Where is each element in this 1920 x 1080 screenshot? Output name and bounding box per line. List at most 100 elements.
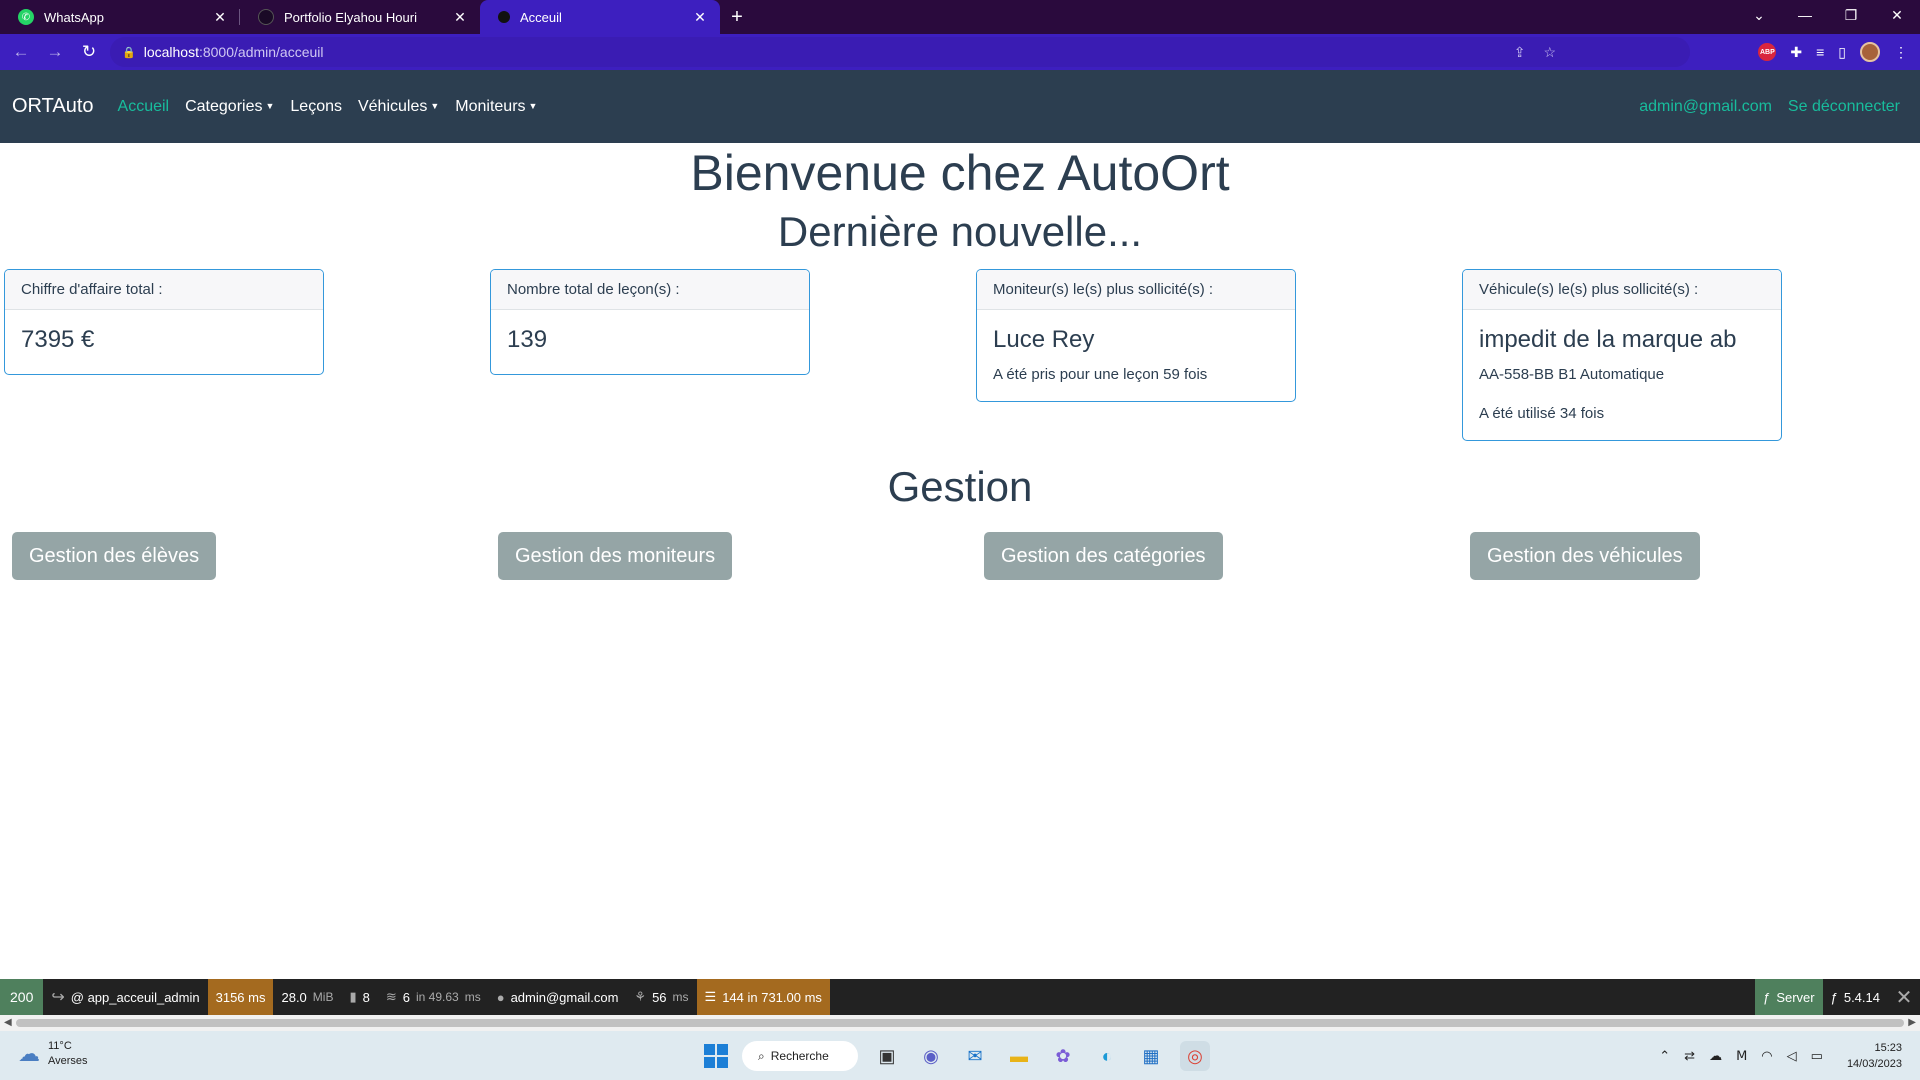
bookmark-star-icon[interactable]: ☆ bbox=[1543, 44, 1556, 61]
route-panel[interactable]: ↪ @ app_acceuil_admin bbox=[43, 979, 207, 1015]
forward-icon[interactable]: → bbox=[42, 42, 68, 62]
card-value: 139 bbox=[507, 326, 548, 353]
app-navbar: ORTAuto Accueil Categories ▼ Leçons Véhic… bbox=[0, 70, 1920, 143]
puzzle-icon[interactable]: ✚ bbox=[1790, 44, 1802, 61]
volume-icon[interactable]: ◁ bbox=[1787, 1048, 1797, 1064]
cache-panel[interactable]: ≋ 6 in 49.63 ms bbox=[378, 979, 489, 1015]
manage-students-button[interactable]: Gestion des élèves bbox=[12, 532, 217, 580]
edge-icon[interactable]: ◐ bbox=[1092, 1041, 1122, 1071]
browser-toolbar: ← → ↻ 🔒 localhost:8000/admin/acceuil ⇪ ☆… bbox=[0, 34, 1920, 70]
scrollbar-thumb[interactable] bbox=[16, 1019, 1904, 1027]
weather-condition: Averses bbox=[48, 1055, 88, 1067]
caret-down-icon: ▼ bbox=[528, 101, 538, 112]
reading-list-icon[interactable]: ≡ bbox=[1816, 44, 1824, 60]
caret-down-icon: ▼ bbox=[430, 101, 440, 112]
wifi-icon[interactable]: ◠ bbox=[1761, 1048, 1772, 1064]
clock-time: 15:23 bbox=[1874, 1041, 1902, 1054]
version-panel[interactable]: ƒ 5.4.14 bbox=[1823, 979, 1888, 1015]
tab-acceuil[interactable]: Acceuil ✕ bbox=[480, 0, 720, 34]
twig-panel[interactable]: ⚘ 56 ms bbox=[626, 979, 696, 1015]
lock-icon[interactable]: 🔒 bbox=[122, 46, 136, 59]
weather-widget[interactable]: ☁ 11°C Averses bbox=[18, 1039, 88, 1069]
file-explorer-icon[interactable]: ▬ bbox=[1004, 1041, 1034, 1071]
chrome-icon[interactable]: ◎ bbox=[1180, 1041, 1210, 1071]
menu-icon[interactable]: ⋮ bbox=[1894, 44, 1908, 61]
rain-cloud-icon: ☁ bbox=[18, 1041, 40, 1066]
card-value: Luce Rey bbox=[993, 326, 1095, 353]
sync-icon[interactable]: ⇄ bbox=[1684, 1048, 1695, 1064]
database-panel[interactable]: ☰ 144 in 731.00 ms bbox=[696, 979, 830, 1015]
manage-instructors-button[interactable]: Gestion des moniteurs bbox=[498, 532, 733, 580]
share-icon[interactable]: ⇪ bbox=[1514, 44, 1526, 61]
tab-search-icon[interactable]: ⌄ bbox=[1736, 0, 1782, 30]
symfony-debug-toolbar: 200 ↪ @ app_acceuil_admin 3156 ms 28.0 M… bbox=[0, 979, 1920, 1015]
close-window-icon[interactable]: ✕ bbox=[1874, 0, 1920, 30]
gestion-heading: Gestion bbox=[887, 463, 1033, 510]
mail-icon[interactable]: ✉ bbox=[960, 1041, 990, 1071]
manage-vehicles-button[interactable]: Gestion des véhicules bbox=[1470, 532, 1700, 580]
address-bar[interactable]: 🔒 localhost:8000/admin/acceuil bbox=[110, 37, 1690, 67]
card-top-instructor: Moniteur(s) le(s) plus sollicité(s) : Lu… bbox=[976, 269, 1296, 402]
twig-icon: ⚘ bbox=[634, 989, 647, 1004]
app-tray-icon[interactable]: Ⅿ bbox=[1736, 1048, 1747, 1064]
close-tab-icon[interactable]: ✕ bbox=[212, 9, 228, 26]
card-body: 7395 € bbox=[5, 310, 323, 374]
close-toolbar-icon[interactable]: ✕ bbox=[1888, 979, 1920, 1015]
teams-icon[interactable]: ◉ bbox=[916, 1041, 946, 1071]
scroll-left-icon[interactable]: ◀ bbox=[4, 1017, 12, 1028]
new-tab-button[interactable]: + bbox=[720, 0, 754, 34]
caret-down-icon: ▼ bbox=[265, 101, 275, 112]
taskbar-search[interactable]: ⌕ Recherche bbox=[742, 1041, 858, 1071]
onedrive-icon[interactable]: ☁ bbox=[1709, 1048, 1722, 1064]
tab-whatsapp[interactable]: ✆ WhatsApp ✕ bbox=[0, 0, 240, 34]
scroll-right-icon[interactable]: ▶ bbox=[1908, 1017, 1916, 1028]
minimize-icon[interactable]: — bbox=[1782, 0, 1828, 30]
chevron-up-icon[interactable]: ⌃ bbox=[1659, 1048, 1670, 1064]
brand[interactable]: ORTAuto bbox=[12, 95, 94, 118]
security-panel[interactable]: ▮ 8 bbox=[341, 979, 377, 1015]
memory-panel[interactable]: 28.0 MiB bbox=[273, 979, 341, 1015]
nav-vehicules[interactable]: Véhicules ▼ bbox=[358, 98, 439, 116]
taskbar-apps: ⌕ Recherche ▣ ◉ ✉ ▬ ✿ ◐ ▦ ◎ bbox=[704, 1037, 1210, 1075]
globe-icon bbox=[258, 9, 274, 25]
browser-tab-strip: ✆ WhatsApp ✕ Portfolio Elyahou Houri ✕ A… bbox=[0, 0, 1920, 34]
clock[interactable]: 15:23 14/03/2023 bbox=[1847, 1040, 1902, 1072]
card-header: Moniteur(s) le(s) plus sollicité(s) : bbox=[977, 270, 1295, 310]
task-view-icon[interactable]: ▣ bbox=[872, 1041, 902, 1071]
omnibox-actions: ⇪ ☆ bbox=[1514, 34, 1556, 70]
start-icon[interactable] bbox=[704, 1044, 728, 1068]
layers-icon: ≋ bbox=[385, 989, 397, 1004]
logout-link[interactable]: Se déconnecter bbox=[1788, 98, 1900, 116]
url-text[interactable]: localhost:8000/admin/acceuil bbox=[144, 44, 324, 60]
battery-icon[interactable]: ▭ bbox=[1811, 1048, 1823, 1064]
nav-lecons[interactable]: Leçons bbox=[290, 98, 342, 116]
profile-avatar[interactable] bbox=[1860, 42, 1880, 62]
side-panel-icon[interactable]: ▯ bbox=[1838, 44, 1846, 61]
manage-categories-button[interactable]: Gestion des catégories bbox=[984, 532, 1223, 580]
nav-categories[interactable]: Categories ▼ bbox=[185, 98, 274, 116]
card-body: impedit de la marque ab AA-558-BB B1 Aut… bbox=[1463, 310, 1781, 440]
close-tab-icon[interactable]: ✕ bbox=[692, 9, 708, 26]
news-heading: Dernière nouvelle... bbox=[777, 208, 1143, 255]
user-panel[interactable]: ● admin@gmail.com bbox=[489, 979, 627, 1015]
status-code[interactable]: 200 bbox=[0, 979, 44, 1015]
store-icon[interactable]: ▦ bbox=[1136, 1041, 1166, 1071]
adblock-icon[interactable]: ABP bbox=[1758, 43, 1777, 61]
whatsapp-icon: ✆ bbox=[18, 9, 34, 25]
back-icon[interactable]: ← bbox=[8, 42, 34, 62]
copilot-icon[interactable]: ✿ bbox=[1048, 1041, 1078, 1071]
horizontal-scrollbar[interactable]: ◀ ▶ bbox=[0, 1015, 1920, 1031]
redirect-icon: ↪ bbox=[51, 989, 65, 1006]
reload-icon[interactable]: ↻ bbox=[76, 42, 102, 62]
nav-user-area: admin@gmail.com Se déconnecter bbox=[1639, 70, 1900, 143]
card-header: Nombre total de leçon(s) : bbox=[491, 270, 809, 310]
nav-accueil[interactable]: Accueil bbox=[118, 98, 170, 116]
tab-portfolio[interactable]: Portfolio Elyahou Houri ✕ bbox=[240, 0, 480, 34]
server-panel[interactable]: ƒ Server bbox=[1755, 979, 1823, 1015]
dot-icon bbox=[498, 11, 510, 23]
close-tab-icon[interactable]: ✕ bbox=[452, 9, 468, 26]
restore-icon[interactable]: ❐ bbox=[1828, 0, 1874, 30]
time-panel[interactable]: 3156 ms bbox=[207, 979, 274, 1015]
nav-moniteurs[interactable]: Moniteurs ▼ bbox=[455, 98, 537, 116]
user-email-link[interactable]: admin@gmail.com bbox=[1639, 98, 1772, 116]
